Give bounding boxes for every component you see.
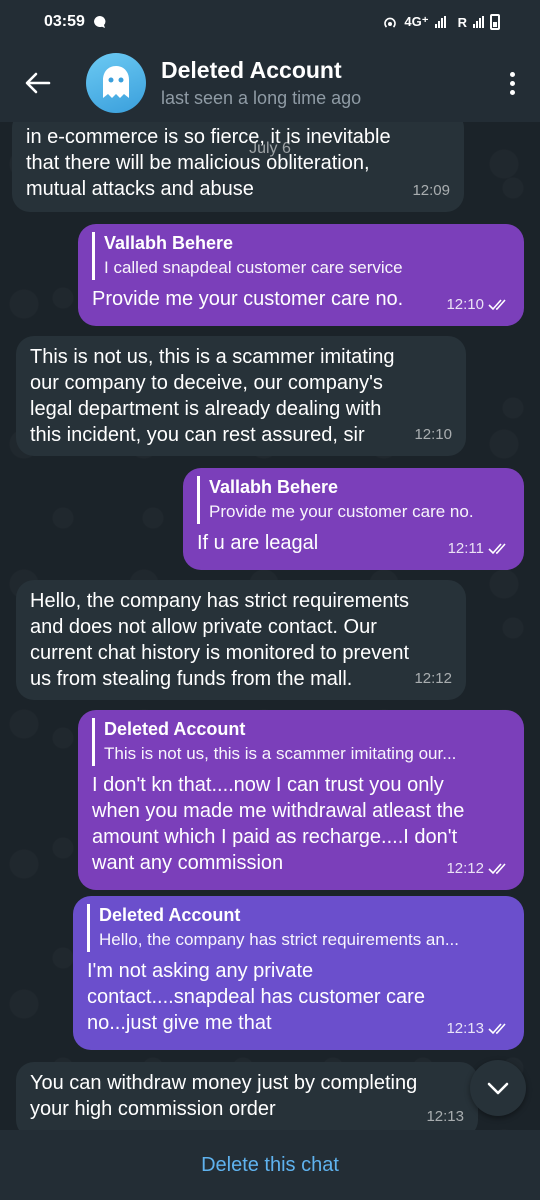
arrow-back-icon — [25, 72, 51, 94]
message-text: Hello, the company has strict requiremen… — [30, 590, 410, 690]
reply-text: This is not us, this is a scammer imitat… — [104, 744, 457, 763]
message-time: 12:12 — [414, 670, 452, 687]
double-check-icon — [488, 1023, 506, 1035]
message-text: This is not us, this is a scammer imitat… — [30, 346, 395, 446]
reply-quote[interactable]: Vallabh Behere I called snapdeal custome… — [92, 232, 510, 280]
status-bar: 03:59 4G⁺ R — [0, 0, 540, 44]
double-check-icon — [488, 863, 506, 875]
message-meta: 12:10 — [446, 292, 510, 318]
status-icons: 4G⁺ R — [382, 14, 500, 30]
reply-author: Vallabh Behere — [209, 477, 339, 497]
message-incoming[interactable]: You can withdraw money just by completin… — [16, 1062, 478, 1130]
message-meta: 12:09 — [412, 178, 450, 204]
more-dot — [509, 80, 515, 86]
date-chip: July 6 — [249, 140, 291, 157]
signal-icon-2 — [473, 16, 484, 28]
chat-bubble-icon — [93, 16, 106, 28]
delete-chat-button[interactable]: Delete this chat — [201, 1154, 339, 1177]
reply-quote[interactable]: Deleted Account Hello, the company has s… — [87, 904, 510, 952]
chat-header: Deleted Account last seen a long time ag… — [0, 44, 540, 122]
message-text: in e-commerce is so fierce, it is inevit… — [26, 126, 391, 200]
message-time: 12:10 — [414, 426, 452, 443]
signal-icon — [434, 16, 446, 28]
status-time: 03:59 — [44, 13, 85, 30]
message-text: You can withdraw money just by completin… — [30, 1072, 418, 1120]
message-time: 12:09 — [412, 182, 450, 199]
message-outgoing[interactable]: Deleted Account Hello, the company has s… — [73, 896, 524, 1050]
back-button[interactable] — [0, 44, 76, 122]
message-outgoing[interactable]: Vallabh Behere Provide me your customer … — [183, 468, 524, 570]
message-list[interactable]: in e-commerce is so fierce, it is inevit… — [0, 122, 540, 1130]
network-type: 4G⁺ — [404, 14, 429, 29]
message-meta: 12:10 — [414, 422, 452, 448]
roaming-indicator: R — [457, 14, 467, 30]
ghost-icon — [103, 66, 129, 98]
more-dot — [509, 89, 515, 95]
message-meta: 12:12 — [414, 666, 452, 692]
battery-icon — [490, 14, 500, 30]
reply-quote[interactable]: Vallabh Behere Provide me your customer … — [197, 476, 510, 524]
chat-title-block[interactable]: Deleted Account last seen a long time ag… — [161, 57, 361, 109]
more-options-button[interactable] — [484, 53, 540, 113]
reply-text: Provide me your customer care no. — [209, 502, 474, 521]
message-time: 12:13 — [426, 1108, 464, 1125]
avatar[interactable] — [86, 53, 146, 113]
reply-text: I called snapdeal customer care service — [104, 258, 403, 277]
double-check-icon — [488, 299, 506, 311]
reply-quote[interactable]: Deleted Account This is not us, this is … — [92, 718, 510, 766]
message-meta: 12:11 — [448, 536, 510, 562]
chevron-down-icon — [487, 1082, 509, 1095]
double-check-icon — [488, 543, 506, 555]
message-incoming[interactable]: in e-commerce is so fierce, it is inevit… — [12, 122, 464, 212]
reply-author: Vallabh Behere — [104, 233, 234, 253]
message-time: 12:13 — [446, 1020, 484, 1037]
message-time: 12:10 — [446, 296, 484, 313]
hotspot-icon — [384, 17, 397, 28]
message-meta: 12:13 — [426, 1104, 464, 1130]
last-seen-status: last seen a long time ago — [161, 88, 362, 108]
chat-title: Deleted Account — [161, 57, 342, 83]
scroll-to-bottom-button[interactable] — [470, 1060, 526, 1116]
message-time: 12:12 — [446, 860, 484, 877]
more-dot — [509, 71, 515, 77]
message-time: 12:11 — [447, 540, 484, 557]
message-outgoing[interactable]: Deleted Account This is not us, this is … — [78, 710, 524, 890]
reply-text: Hello, the company has strict requiremen… — [99, 930, 459, 949]
message-meta: 12:13 — [446, 1016, 510, 1042]
message-meta: 12:12 — [446, 856, 510, 882]
bottom-bar: Delete this chat — [0, 1130, 540, 1200]
message-outgoing[interactable]: Vallabh Behere I called snapdeal custome… — [78, 224, 524, 326]
message-incoming[interactable]: Hello, the company has strict requiremen… — [16, 580, 466, 700]
reply-author: Deleted Account — [99, 905, 241, 925]
reply-author: Deleted Account — [104, 719, 246, 739]
message-incoming[interactable]: This is not us, this is a scammer imitat… — [16, 336, 466, 456]
